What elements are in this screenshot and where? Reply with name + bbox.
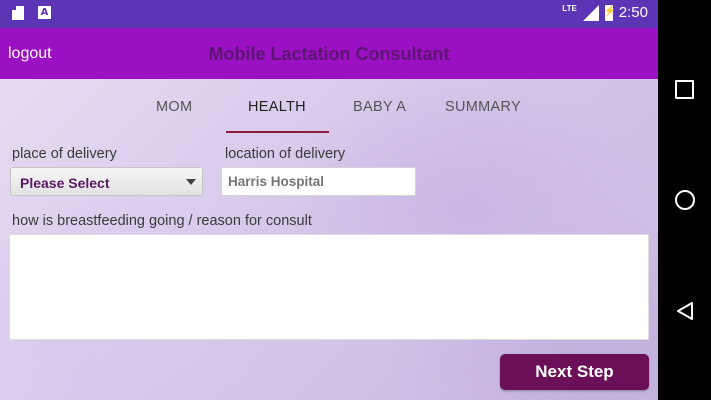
dropdown-arrow-icon (186, 179, 196, 185)
back-triangle-icon (676, 302, 693, 320)
consult-reason-label: how is breastfeeding going / reason for … (12, 213, 312, 229)
battery-charging-icon (604, 4, 616, 21)
app-bar: logout Mobile Lactation Consultant (0, 28, 658, 79)
active-tab-indicator (226, 131, 329, 133)
recents-square-icon (675, 79, 694, 99)
signal-icon (582, 4, 599, 21)
consult-reason-textarea[interactable] (9, 234, 649, 340)
notification-icons: A (12, 6, 51, 20)
app-title: Mobile Lactation Consultant (208, 44, 450, 64)
tab-summary[interactable]: SUMMARY (445, 99, 521, 115)
status-right: LTE 2:50 (562, 4, 648, 21)
home-circle-icon (674, 190, 695, 210)
tab-baby-a[interactable]: BABY A (353, 99, 406, 115)
sd-card-icon (12, 6, 24, 20)
place-of-delivery-value: Please Select (20, 175, 110, 191)
a-notification-icon: A (38, 6, 51, 19)
tab-health[interactable]: HEALTH (248, 99, 306, 115)
status-bar: A LTE 2:50 (0, 0, 658, 28)
location-of-delivery-input[interactable] (221, 167, 416, 196)
tab-mom[interactable]: MOM (156, 99, 192, 115)
network-label: LTE (562, 4, 577, 13)
next-step-button[interactable]: Next Step (500, 354, 649, 390)
place-of-delivery-select[interactable]: Please Select (10, 167, 203, 196)
main-content: MOM HEALTH BABY A SUMMARY place of deliv… (0, 79, 658, 400)
place-of-delivery-label: place of delivery (12, 146, 117, 162)
location-of-delivery-label: location of delivery (225, 146, 346, 162)
recents-button[interactable] (658, 69, 711, 109)
back-button[interactable] (658, 291, 711, 331)
home-button[interactable] (658, 180, 711, 220)
clock: 2:50 (618, 4, 648, 21)
system-nav-bar (658, 0, 711, 400)
